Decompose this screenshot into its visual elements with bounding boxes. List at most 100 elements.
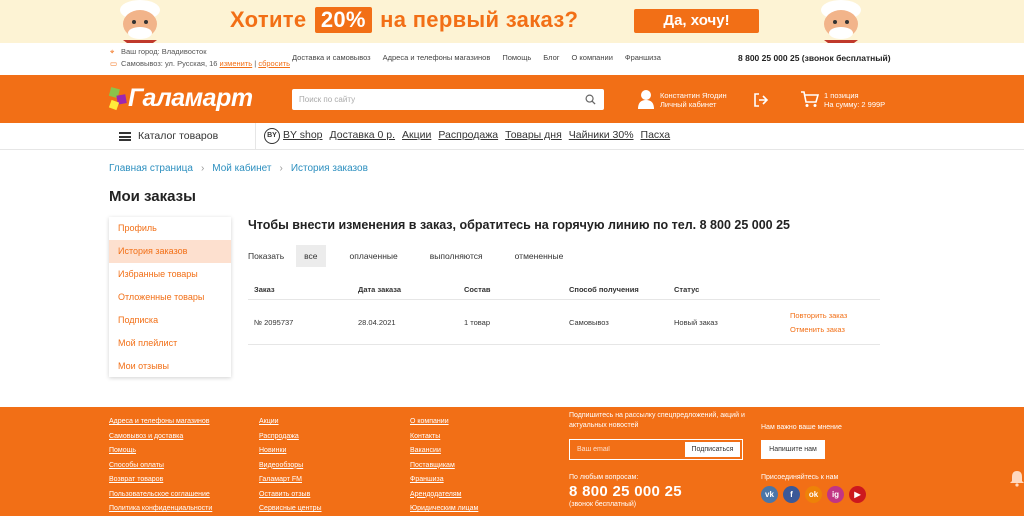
footer-link[interactable]: Новинки <box>259 444 322 459</box>
by-shop-logo-icon[interactable]: BY <box>264 128 280 144</box>
instagram-icon[interactable]: ig <box>827 486 844 503</box>
breadcrumb-cabinet[interactable]: Мой кабинет <box>212 163 271 174</box>
hotline-phone[interactable]: 8 800 25 000 25 (звонок бесплатный) <box>738 53 891 63</box>
filter-cancelled[interactable]: отмененные <box>507 245 572 267</box>
sidebar-item-playlist[interactable]: Мой плейлист <box>109 332 231 355</box>
cart-widget[interactable]: 1 позиция На сумму: 2 999Р <box>801 88 901 112</box>
footer-link[interactable]: Возврат товаров <box>109 473 212 488</box>
cat-link-sale[interactable]: Распродажа <box>438 129 498 141</box>
footer-link[interactable]: Юридическим лицам <box>410 502 478 516</box>
footer-link[interactable]: Контакты <box>410 430 478 445</box>
sidebar-item-profile[interactable]: Профиль <box>109 217 231 240</box>
odnoklassniki-icon[interactable]: ok <box>805 486 822 503</box>
breadcrumb-home[interactable]: Главная страница <box>109 163 193 174</box>
footer-link[interactable]: Пользовательское соглашение <box>109 488 212 503</box>
cat-link-by-shop[interactable]: BY shop <box>283 129 323 141</box>
email-field[interactable] <box>570 440 686 459</box>
col-items: Состав <box>464 285 491 294</box>
footer-phone[interactable]: 8 800 25 000 25 <box>569 483 682 500</box>
promo-banner[interactable]: Хотите 20% на первый заказ? Да, хочу! <box>0 0 1024 43</box>
breadcrumb-separator: › <box>200 163 205 174</box>
facebook-icon[interactable]: f <box>783 486 800 503</box>
cat-link-promos[interactable]: Акции <box>402 129 431 141</box>
footer: Адреса и телефоны магазинов Самовывоз и … <box>0 407 1024 516</box>
top-nav-stores[interactable]: Адреса и телефоны магазинов <box>383 53 491 62</box>
footer-link[interactable]: Распродажа <box>259 430 322 445</box>
user-account[interactable]: Константин Ягодин Личный кабинет <box>638 88 748 112</box>
bell-icon[interactable] <box>1008 469 1024 487</box>
cancel-order-link[interactable]: Отменить заказ <box>790 325 845 334</box>
questions-label: По любым вопросам: <box>569 474 639 481</box>
footer-col-info: Адреса и телефоны магазинов Самовывоз и … <box>109 415 212 516</box>
category-nav: Каталог товаров BY BY shop Доставка 0 р.… <box>0 123 1024 150</box>
cat-link-delivery[interactable]: Доставка 0 р. <box>330 129 396 141</box>
footer-link[interactable]: Политика конфиденциальности <box>109 502 212 516</box>
youtube-icon[interactable]: ▶ <box>849 486 866 503</box>
footer-link[interactable]: Поставщикам <box>410 459 478 474</box>
repeat-order-link[interactable]: Повторить заказ <box>790 311 847 320</box>
footer-link[interactable]: Сервисные центры <box>259 502 322 516</box>
search-box[interactable] <box>292 89 604 110</box>
footer-link[interactable]: Вакансии <box>410 444 478 459</box>
order-date: 28.04.2021 <box>358 318 396 327</box>
footer-link[interactable]: Помощь <box>109 444 212 459</box>
cat-link-easter[interactable]: Пасха <box>641 129 671 141</box>
sidebar-item-subscription[interactable]: Подписка <box>109 309 231 332</box>
order-method: Самовывоз <box>569 318 609 327</box>
opinion-label: Нам важно ваше мнение <box>761 424 842 431</box>
promo-accept-button[interactable]: Да, хочу! <box>634 9 759 33</box>
page-title: Мои заказы <box>109 188 196 205</box>
orders-table-header: Заказ Дата заказа Состав Способ получени… <box>248 280 880 300</box>
filter-paid[interactable]: оплаченные <box>342 245 406 267</box>
logout-icon[interactable] <box>753 92 769 108</box>
sidebar-item-deferred[interactable]: Отложенные товары <box>109 286 231 309</box>
footer-link[interactable]: Оставить отзыв <box>259 488 322 503</box>
cat-link-deals[interactable]: Товары дня <box>505 129 562 141</box>
change-pickup-link[interactable]: изменить <box>220 59 253 68</box>
col-status: Статус <box>674 285 700 294</box>
filter-all[interactable]: все <box>296 245 326 267</box>
catalog-button[interactable]: Каталог товаров <box>108 123 256 150</box>
footer-link[interactable]: Адреса и телефоны магазинов <box>109 415 212 430</box>
breadcrumb-separator: › <box>279 163 283 174</box>
col-method: Способ получения <box>569 285 639 294</box>
breadcrumb-current[interactable]: История заказов <box>291 163 368 174</box>
footer-link[interactable]: Видеообзоры <box>259 459 322 474</box>
top-nav-blog[interactable]: Блог <box>543 53 559 62</box>
write-us-button[interactable]: Напишите нам <box>761 440 825 459</box>
pickup-point: ▭ Самовывоз: ул. Русская, 16 изменить | с… <box>110 59 290 68</box>
free-call-note: (звонок бесплатный) <box>569 501 637 508</box>
footer-link[interactable]: О компании <box>410 415 478 430</box>
cart-count: 1 позиция <box>824 91 859 100</box>
sidebar-item-order-history[interactable]: История заказов <box>109 240 231 263</box>
order-number[interactable]: № 2095737 <box>254 318 293 327</box>
vk-icon[interactable]: vk <box>761 486 778 503</box>
join-us-label: Присоединяйтесь к нам <box>761 474 839 481</box>
col-order: Заказ <box>254 285 275 294</box>
footer-link[interactable]: Способы оплаты <box>109 459 212 474</box>
logo-wordmark[interactable]: Галамарт <box>128 84 253 113</box>
footer-link[interactable]: Акции <box>259 415 322 430</box>
footer-link[interactable]: Самовывоз и доставка <box>109 430 212 445</box>
subscribe-button[interactable]: Подписаться <box>685 442 740 457</box>
user-cabinet-link[interactable]: Личный кабинет <box>660 100 716 109</box>
promo-headline: Хотите 20% на первый заказ? <box>230 7 579 33</box>
top-nav-delivery[interactable]: Доставка и самовывоз <box>292 53 371 62</box>
cart-sum: На сумму: 2 999Р <box>824 100 886 109</box>
top-nav-franchise[interactable]: Франшиза <box>625 53 661 62</box>
footer-link[interactable]: Арендодателям <box>410 488 478 503</box>
top-nav-help[interactable]: Помощь <box>502 53 531 62</box>
city-selector[interactable]: ⌖ Ваш город: Владивосток <box>110 47 206 57</box>
reset-pickup-link[interactable]: сбросить <box>258 59 290 68</box>
cat-link-kettles[interactable]: Чайники 30% <box>569 129 634 141</box>
search-icon[interactable] <box>585 94 596 105</box>
filter-in-progress[interactable]: выполняются <box>422 245 491 267</box>
top-nav-about[interactable]: О компании <box>572 53 613 62</box>
footer-link[interactable]: Франшиза <box>410 473 478 488</box>
promo-discount-badge: 20% <box>314 7 372 33</box>
sidebar-item-reviews[interactable]: Мои отзывы <box>109 355 231 378</box>
subscribe-text: Подпишитесь на рассылку спецпредложений,… <box>569 412 745 429</box>
search-input[interactable] <box>292 89 582 110</box>
sidebar-item-favorites[interactable]: Избранные товары <box>109 263 231 286</box>
footer-link[interactable]: Галамарт FM <box>259 473 322 488</box>
